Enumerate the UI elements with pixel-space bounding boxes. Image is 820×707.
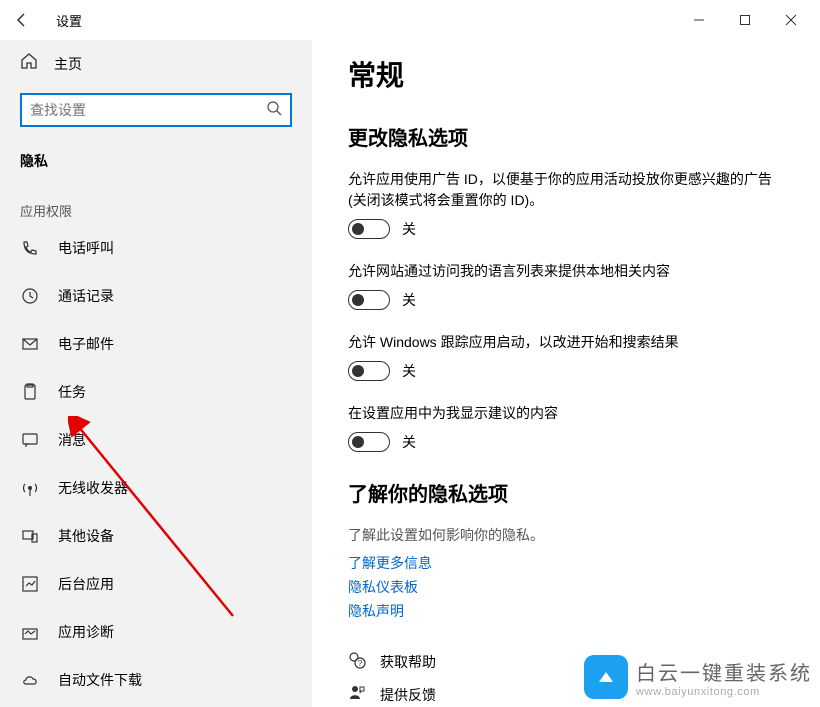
message-icon [20, 431, 40, 449]
home-icon [20, 52, 38, 75]
arrow-left-icon [14, 12, 30, 28]
sidebar-item-call-history[interactable]: 通话记录 [20, 272, 292, 320]
sidebar-item-label: 电话呼叫 [58, 238, 114, 258]
link-privacy-dashboard[interactable]: 隐私仪表板 [348, 577, 784, 597]
tasks-icon [20, 383, 40, 401]
titlebar: 设置 [0, 0, 820, 40]
maximize-icon [739, 14, 751, 26]
search-input[interactable] [30, 102, 266, 118]
watermark-logo-icon [584, 655, 628, 699]
watermark-url: www.baiyunxitong.com [636, 686, 812, 698]
toggle-label: 关 [402, 432, 416, 452]
toggle-label: 关 [402, 361, 416, 381]
sidebar-item-auto-downloads[interactable]: 自动文件下载 [20, 656, 292, 704]
sidebar-item-label: 消息 [58, 430, 86, 450]
home-link[interactable]: 主页 [20, 40, 292, 93]
cloud-icon [20, 671, 40, 689]
background-icon [20, 575, 40, 593]
email-icon [20, 335, 40, 353]
sidebar-item-radios[interactable]: 无线收发器 [20, 464, 292, 512]
link-learn-more[interactable]: 了解更多信息 [348, 553, 784, 573]
sidebar-item-tasks[interactable]: 任务 [20, 368, 292, 416]
group-title-change-options: 更改隐私选项 [348, 122, 784, 151]
setting-desc: 允许 Windows 跟踪应用启动，以改进开始和搜索结果 [348, 332, 784, 353]
close-button[interactable] [768, 4, 814, 36]
toggle-language-list[interactable] [348, 290, 390, 310]
minimize-icon [693, 14, 705, 26]
close-icon [785, 14, 797, 26]
diagnostics-icon [20, 623, 40, 641]
feedback-label: 提供反馈 [380, 685, 436, 705]
setting-desc: 允许应用使用广告 ID，以便基于你的应用活动投放你更感兴趣的广告(关闭该模式将会… [348, 169, 784, 211]
setting-desc: 在设置应用中为我显示建议的内容 [348, 403, 784, 424]
sidebar-item-label: 自动文件下载 [58, 670, 142, 690]
sidebar-item-label: 任务 [58, 382, 86, 402]
search-box[interactable] [20, 93, 292, 127]
back-button[interactable] [6, 4, 38, 36]
group-title-learn: 了解你的隐私选项 [348, 478, 784, 507]
sidebar-item-app-diagnostics[interactable]: 应用诊断 [20, 608, 292, 656]
home-label: 主页 [54, 54, 82, 74]
search-icon [266, 100, 282, 121]
sidebar-item-label: 电子邮件 [58, 334, 114, 354]
watermark-text: 白云一键重装系统 [636, 657, 812, 686]
radio-icon [20, 479, 40, 497]
sidebar: 主页 隐私 应用权限 电话呼叫 通话记录 电子邮件 任务 消息 [0, 40, 312, 707]
sidebar-item-label: 后台应用 [58, 574, 114, 594]
link-privacy-statement[interactable]: 隐私声明 [348, 601, 784, 621]
history-icon [20, 287, 40, 305]
sidebar-item-other-devices[interactable]: 其他设备 [20, 512, 292, 560]
phone-icon [20, 239, 40, 257]
minimize-button[interactable] [676, 4, 722, 36]
help-icon: ? [348, 651, 366, 672]
toggle-suggested-content[interactable] [348, 432, 390, 452]
setting-suggested-content: 在设置应用中为我显示建议的内容 关 [348, 403, 784, 452]
get-help-label: 获取帮助 [380, 652, 436, 672]
page-title: 常规 [348, 54, 784, 94]
main-content: 常规 更改隐私选项 允许应用使用广告 ID，以便基于你的应用活动投放你更感兴趣的… [312, 40, 820, 707]
setting-ad-id: 允许应用使用广告 ID，以便基于你的应用活动投放你更感兴趣的广告(关闭该模式将会… [348, 169, 784, 239]
setting-language-list: 允许网站通过访问我的语言列表来提供本地相关内容 关 [348, 261, 784, 310]
maximize-button[interactable] [722, 4, 768, 36]
watermark: 白云一键重装系统 www.baiyunxitong.com [584, 655, 812, 699]
svg-text:?: ? [358, 659, 363, 668]
toggle-track-launches[interactable] [348, 361, 390, 381]
toggle-label: 关 [402, 219, 416, 239]
toggle-label: 关 [402, 290, 416, 310]
section-header-permissions: 应用权限 [20, 201, 292, 220]
sidebar-item-email[interactable]: 电子邮件 [20, 320, 292, 368]
sidebar-item-background-apps[interactable]: 后台应用 [20, 560, 292, 608]
setting-track-launches: 允许 Windows 跟踪应用启动，以改进开始和搜索结果 关 [348, 332, 784, 381]
setting-desc: 允许网站通过访问我的语言列表来提供本地相关内容 [348, 261, 784, 282]
sidebar-item-label: 其他设备 [58, 526, 114, 546]
sidebar-item-messaging[interactable]: 消息 [20, 416, 292, 464]
toggle-ad-id[interactable] [348, 219, 390, 239]
feedback-icon [348, 684, 366, 705]
window-title: 设置 [56, 11, 82, 30]
sidebar-item-label: 无线收发器 [58, 478, 128, 498]
sidebar-item-label: 应用诊断 [58, 622, 114, 642]
sidebar-item-label: 通话记录 [58, 286, 114, 306]
devices-icon [20, 527, 40, 545]
sidebar-item-phone-call[interactable]: 电话呼叫 [20, 224, 292, 272]
window-controls [676, 4, 814, 36]
learn-desc: 了解此设置如何影响你的隐私。 [348, 525, 784, 545]
section-header-privacy: 隐私 [20, 151, 292, 171]
